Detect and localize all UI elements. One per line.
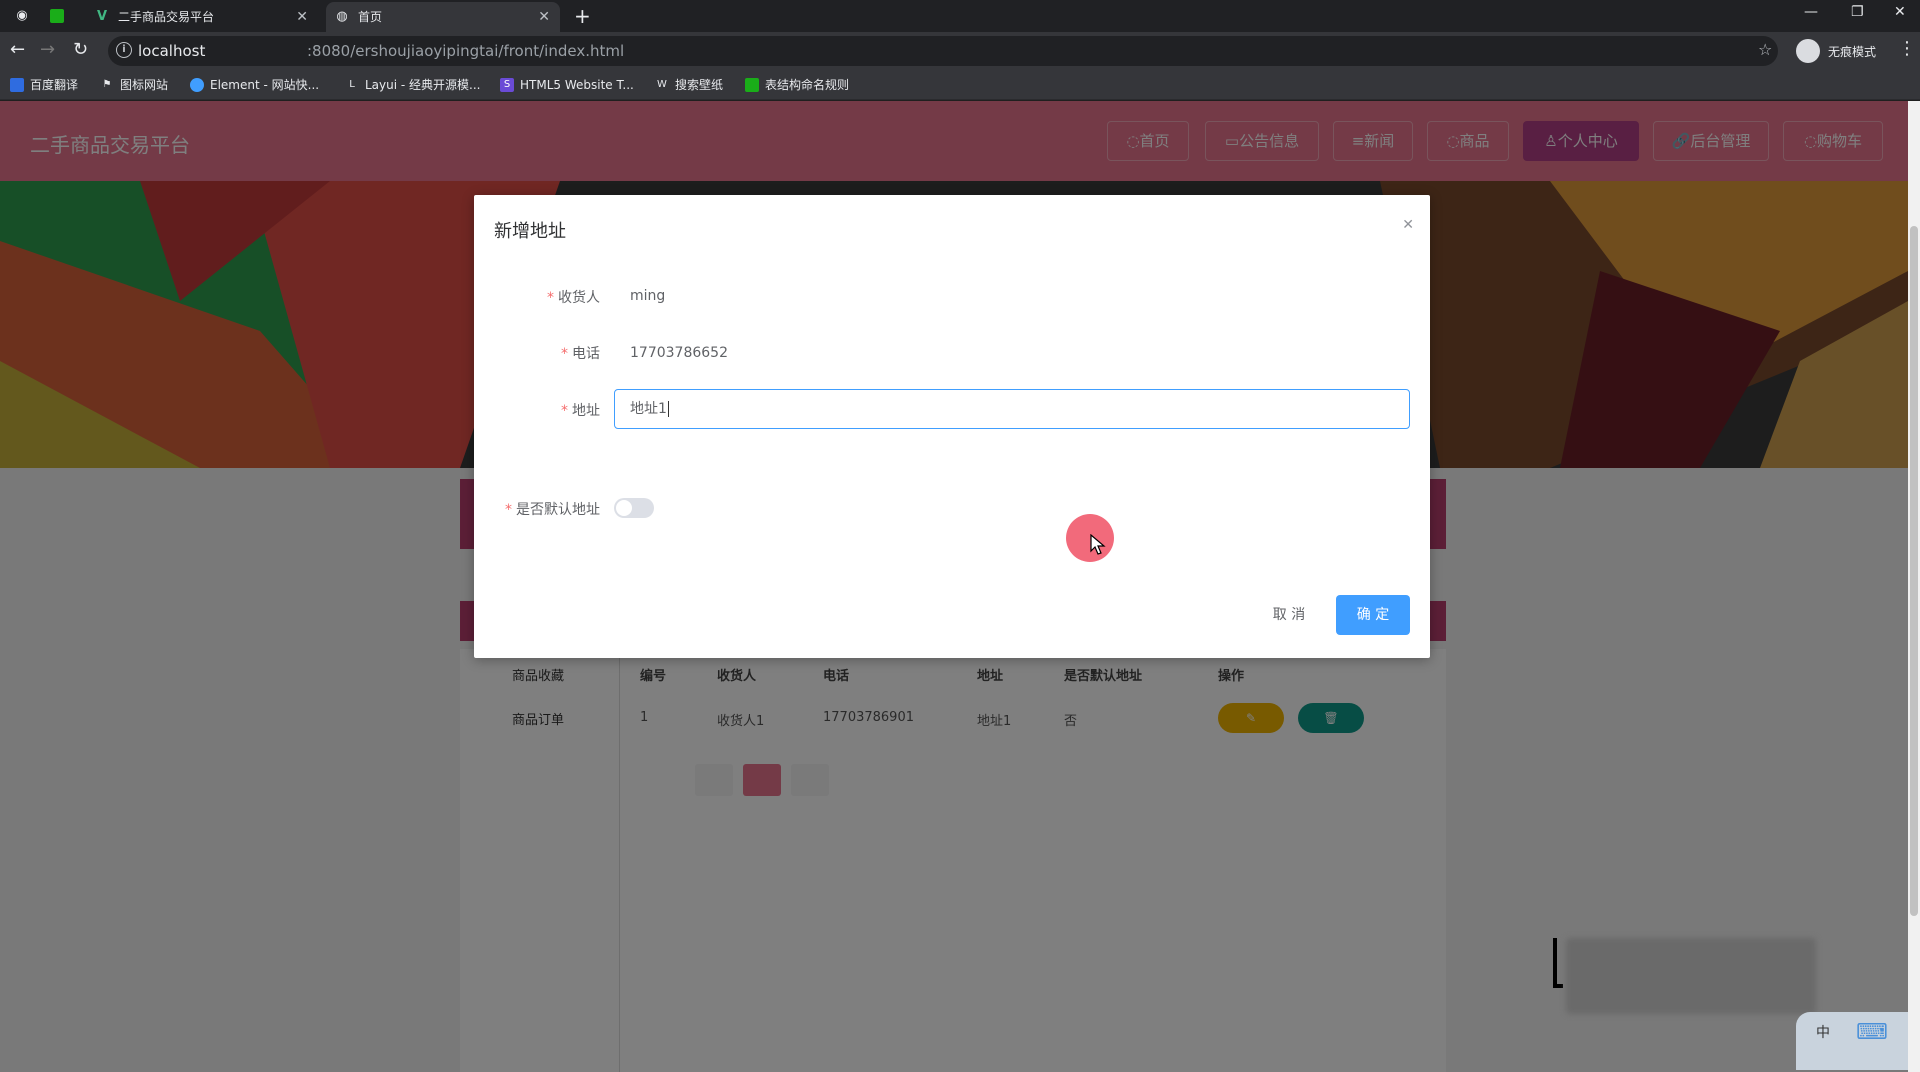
bookmark-item[interactable]: 百度翻译 [10, 77, 78, 93]
kebab-menu-icon[interactable]: ⋮ [1898, 38, 1916, 59]
bookmark-star-icon[interactable]: ☆ [1758, 40, 1772, 59]
layui-icon: L [349, 79, 355, 90]
browser-tabstrip: ◉ V 二手商品交易平台 ✕ ◍ 首页 ✕ + — ❐ ✕ [0, 0, 1920, 32]
back-icon[interactable]: ← [10, 40, 25, 60]
element-icon [190, 78, 204, 92]
incognito-label: 无痕模式 [1828, 45, 1877, 59]
address-label: * 地址 [561, 403, 600, 419]
ime-toolbar[interactable]: 中 ⌨ [1796, 1012, 1908, 1070]
translate-icon [10, 78, 24, 92]
window-close-icon[interactable]: ✕ [1894, 4, 1906, 20]
bookmark-item[interactable]: ⚑ 图标网站 [100, 77, 169, 93]
new-tab-icon[interactable]: + [574, 3, 591, 29]
bookmark-item[interactable]: W 搜索壁纸 [655, 77, 723, 93]
receiver-input[interactable]: ming [614, 276, 1410, 316]
forward-icon[interactable]: → [40, 40, 55, 60]
switch-knob [616, 500, 632, 516]
flag-icon: ⚑ [102, 79, 112, 90]
ime-candidate-window [1566, 938, 1816, 1014]
cancel-button[interactable]: 取 消 [1254, 595, 1324, 635]
globe-favicon-icon: ◍ [336, 9, 348, 24]
incognito-icon[interactable] [1796, 39, 1820, 63]
dialog-title: 新增地址 [494, 221, 566, 242]
html5-icon: S [500, 78, 514, 92]
scrollbar-thumb[interactable] [1910, 226, 1918, 916]
url-path: :8080/ershoujiaoyipingtai/front/index.ht… [307, 42, 625, 60]
receiver-label: * 收货人 [547, 290, 600, 306]
default-address-label: * 是否默认地址 [505, 502, 600, 518]
vue-favicon-icon: V [96, 9, 108, 24]
default-address-switch[interactable] [614, 498, 654, 518]
browser-menu-icon[interactable]: ◉ [13, 7, 31, 25]
tab-close-icon[interactable]: ✕ [538, 2, 550, 32]
confirm-button[interactable]: 确 定 [1336, 595, 1410, 635]
app-favicon-icon[interactable] [50, 9, 64, 23]
bookmarks-bar: 百度翻译 ⚑ 图标网站 Element - 网站快... L Layui - 经典开… [0, 70, 1920, 100]
tab-title: 首页 [358, 10, 383, 24]
browser-toolbar: ← → ↻ i localhost :8080/ershoujiaoyiping… [0, 32, 1920, 70]
add-address-dialog: 新增地址 ✕ * 收货人 ming * 电话 17703786652 * 地址 地址1… [474, 195, 1430, 658]
ime-cursor-mark [1553, 938, 1563, 988]
close-icon[interactable]: ✕ [1402, 217, 1414, 233]
screen: ◉ V 二手商品交易平台 ✕ ◍ 首页 ✕ + — ❐ ✕ ← → ↻ i lo… [0, 0, 1920, 1072]
doc-icon [745, 78, 759, 92]
bookmark-item[interactable]: Element - 网站快... [190, 77, 319, 93]
ime-mode[interactable]: 中 [1816, 1022, 1830, 1042]
wallpaper-icon: W [657, 79, 667, 90]
tab-title: 二手商品交易平台 [118, 10, 215, 24]
url-host: localhost [138, 42, 206, 60]
mouse-cursor-icon [1090, 534, 1106, 555]
bookmark-item[interactable]: 表结构命名规则 [745, 77, 849, 93]
text-caret [667, 401, 669, 417]
reload-icon[interactable]: ↻ [73, 40, 88, 60]
minimize-icon[interactable]: — [1804, 4, 1818, 20]
bookmark-item[interactable]: L Layui - 经典开源模... [345, 77, 480, 93]
tab-platform[interactable]: V 二手商品交易平台 ✕ [86, 2, 318, 32]
restore-icon[interactable]: ❐ [1851, 4, 1864, 20]
tab-close-icon[interactable]: ✕ [296, 2, 308, 32]
page-scrollbar[interactable] [1908, 101, 1920, 1072]
page-viewport: 二手商品交易平台 ◌首页 ▭公告信息 ≡新闻 ◌商品 ♙个人中心 🔗后台管理 ◌… [0, 101, 1908, 1072]
tab-home[interactable]: ◍ 首页 ✕ [326, 2, 560, 32]
address-bar[interactable]: i localhost :8080/ershoujiaoyipingtai/fr… [108, 36, 1778, 66]
phone-label: * 电话 [561, 346, 600, 362]
phone-input[interactable]: 17703786652 [614, 333, 1410, 373]
keyboard-icon[interactable]: ⌨ [1856, 1020, 1888, 1045]
site-info-icon[interactable]: i [116, 42, 132, 58]
bookmark-item[interactable]: S HTML5 Website T... [500, 77, 634, 93]
address-input[interactable]: 地址1 [614, 389, 1410, 429]
